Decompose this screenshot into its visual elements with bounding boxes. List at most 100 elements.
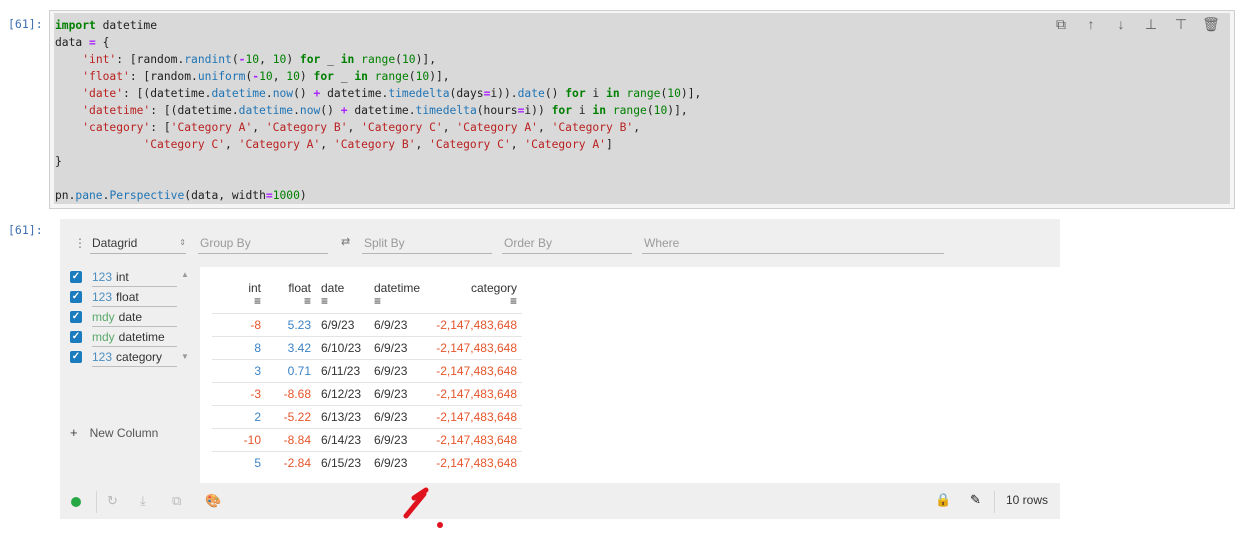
theme-icon[interactable]: 🎨 [205, 493, 221, 509]
table-row[interactable]: 5 -2.84 6/15/23 6/9/23 -2,147,483,648 [212, 450, 522, 474]
table-cell-int[interactable]: -10 [212, 427, 266, 451]
checkbox-checked-icon[interactable]: ✓ [70, 351, 82, 363]
plugin-select[interactable]: Datagrid ⇕ [90, 234, 186, 254]
table-cell-int[interactable]: 5 [212, 450, 266, 474]
table-cell-int[interactable]: 2 [212, 404, 266, 428]
chevron-updown-icon: ⇕ [179, 238, 186, 247]
code-cell[interactable]: import datetime data = { 'int': [random.… [49, 10, 1235, 209]
table-cell-datetime[interactable]: 6/9/23 [369, 312, 427, 336]
table-row[interactable]: -10 -8.84 6/14/23 6/9/23 -2,147,483,648 [212, 427, 522, 451]
table-cell-float[interactable]: 3.42 [266, 335, 316, 359]
table-cell-date[interactable]: 6/12/23 [316, 381, 369, 405]
table-cell-datetime[interactable]: 6/9/23 [369, 404, 427, 428]
table-cell-category[interactable]: -2,147,483,648 [427, 404, 522, 428]
column-menu-icon[interactable]: ≡ [374, 295, 422, 308]
checkbox-checked-icon[interactable]: ✓ [70, 271, 82, 283]
table-cell-datetime[interactable]: 6/9/23 [369, 381, 427, 405]
table-cell-category[interactable]: -2,147,483,648 [427, 312, 522, 336]
table-cell-date[interactable]: 6/13/23 [316, 404, 369, 428]
column-header-float[interactable]: float ≡ [266, 281, 316, 313]
code-text-last: pn.pane.Perspective(data, width=1000) [55, 189, 307, 202]
table-row[interactable]: 2 -5.22 6/13/23 6/9/23 -2,147,483,648 [212, 404, 522, 428]
column-menu-icon[interactable]: ≡ [321, 295, 364, 308]
table-cell-category[interactable]: -2,147,483,648 [427, 450, 522, 474]
column-header-datetime[interactable]: datetime ≡ [369, 281, 427, 313]
table-cell-category[interactable]: -2,147,483,648 [427, 427, 522, 451]
table-cell-date[interactable]: 6/10/23 [316, 335, 369, 359]
table-row[interactable]: 8 3.42 6/10/23 6/9/23 -2,147,483,648 [212, 335, 522, 359]
new-column-button[interactable]: + New Column [70, 425, 158, 440]
scroll-up-icon[interactable]: ▲ [181, 270, 189, 279]
table-cell-datetime[interactable]: 6/9/23 [369, 427, 427, 451]
cell-toolbar: ⧉ ↑ ↓ ⊥ ⊤ 🗑 [1050, 15, 1222, 33]
code-editor[interactable]: import datetime data = { 'int': [random.… [54, 13, 1230, 187]
move-up-icon[interactable]: ↑ [1080, 15, 1102, 33]
copy-icon[interactable]: ⧉ [172, 493, 181, 509]
column-header-int[interactable]: int ≡ [212, 281, 266, 313]
table-row[interactable]: 3 0.71 6/11/23 6/9/23 -2,147,483,648 [212, 358, 522, 382]
column-item-datetime[interactable]: ✓ mdy datetime [70, 327, 180, 347]
table-cell-int[interactable]: -3 [212, 381, 266, 405]
export-icon[interactable]: ⤓ [140, 493, 146, 509]
column-name: int [116, 269, 129, 284]
column-menu-icon[interactable]: ≡ [217, 295, 261, 308]
group-by-field[interactable]: Group By [198, 234, 328, 254]
delete-icon[interactable]: 🗑 [1200, 15, 1222, 33]
table-cell-category[interactable]: -2,147,483,648 [427, 358, 522, 382]
table-cell-int[interactable]: 8 [212, 335, 266, 359]
order-by-field[interactable]: Order By [502, 234, 632, 254]
table-cell-date[interactable]: 6/11/23 [316, 358, 369, 382]
table-cell-float[interactable]: -2.84 [266, 450, 316, 474]
column-item-int[interactable]: ✓ 123 int [70, 267, 180, 287]
column-type-label: mdy [92, 309, 115, 324]
settings-menu-icon[interactable]: ⋮ [74, 236, 86, 250]
column-item-category[interactable]: ✓ 123 category [70, 347, 180, 367]
table-cell-float[interactable]: -8.68 [266, 381, 316, 405]
table-cell-category[interactable]: -2,147,483,648 [427, 381, 522, 405]
move-down-icon[interactable]: ↓ [1110, 15, 1132, 33]
column-menu-icon[interactable]: ≡ [271, 295, 311, 308]
checkbox-checked-icon[interactable]: ✓ [70, 331, 82, 343]
column-header-date[interactable]: date ≡ [316, 281, 369, 313]
code-editor-last-line[interactable]: pn.pane.Perspective(data, width=1000) [54, 187, 1230, 204]
column-name: datetime [118, 329, 165, 344]
column-menu-icon[interactable]: ≡ [432, 295, 517, 308]
lock-icon[interactable]: 🔒 [935, 492, 951, 508]
column-name: date [118, 309, 143, 324]
table-cell-float[interactable]: -8.84 [266, 427, 316, 451]
table-cell-datetime[interactable]: 6/9/23 [369, 335, 427, 359]
table-row[interactable]: -8 5.23 6/9/23 6/9/23 -2,147,483,648 [212, 312, 522, 336]
where-field[interactable]: Where [642, 234, 944, 254]
table-cell-datetime[interactable]: 6/9/23 [369, 358, 427, 382]
insert-above-icon[interactable]: ⊥ [1140, 15, 1162, 33]
table-cell-date[interactable]: 6/14/23 [316, 427, 369, 451]
table-cell-date[interactable]: 6/15/23 [316, 450, 369, 474]
perspective-config-bar: ⋮ Datagrid ⇕ Group By ⇄ Split By Order B… [60, 219, 1060, 267]
edit-icon[interactable]: ✎ [970, 492, 981, 508]
table-cell-float[interactable]: 0.71 [266, 358, 316, 382]
column-item-float[interactable]: ✓ 123 float [70, 287, 180, 307]
perspective-viewer: ⋮ Datagrid ⇕ Group By ⇄ Split By Order B… [60, 219, 1060, 519]
split-by-field[interactable]: Split By [362, 234, 492, 254]
checkbox-checked-icon[interactable]: ✓ [70, 311, 82, 323]
header-row: int ≡ float ≡ date ≡ datetime ≡ category ≡ [212, 281, 522, 313]
table-cell-date[interactable]: 6/9/23 [316, 312, 369, 336]
column-header-category[interactable]: category ≡ [427, 281, 522, 313]
table-cell-datetime[interactable]: 6/9/23 [369, 450, 427, 474]
column-item-date[interactable]: ✓ mdy date [70, 307, 180, 327]
swap-icon[interactable]: ⇄ [341, 235, 350, 248]
table-cell-float[interactable]: -5.22 [266, 404, 316, 428]
row-count: 10 rows [1006, 493, 1049, 507]
table-cell-int[interactable]: -8 [212, 312, 266, 336]
column-type-label: mdy [92, 329, 115, 344]
table-row[interactable]: -3 -8.68 6/12/23 6/9/23 -2,147,483,648 [212, 381, 522, 405]
duplicate-icon[interactable]: ⧉ [1050, 15, 1072, 33]
table-cell-int[interactable]: 3 [212, 358, 266, 382]
column-selector: ✓ 123 int ✓ 123 float ✓ mdy date ✓ mdy datet… [60, 267, 200, 483]
reset-icon[interactable]: ↻ [107, 493, 118, 509]
table-cell-category[interactable]: -2,147,483,648 [427, 335, 522, 359]
checkbox-checked-icon[interactable]: ✓ [70, 291, 82, 303]
insert-below-icon[interactable]: ⊤ [1170, 15, 1192, 33]
table-cell-float[interactable]: 5.23 [266, 312, 316, 336]
scroll-down-icon[interactable]: ▼ [181, 352, 189, 361]
